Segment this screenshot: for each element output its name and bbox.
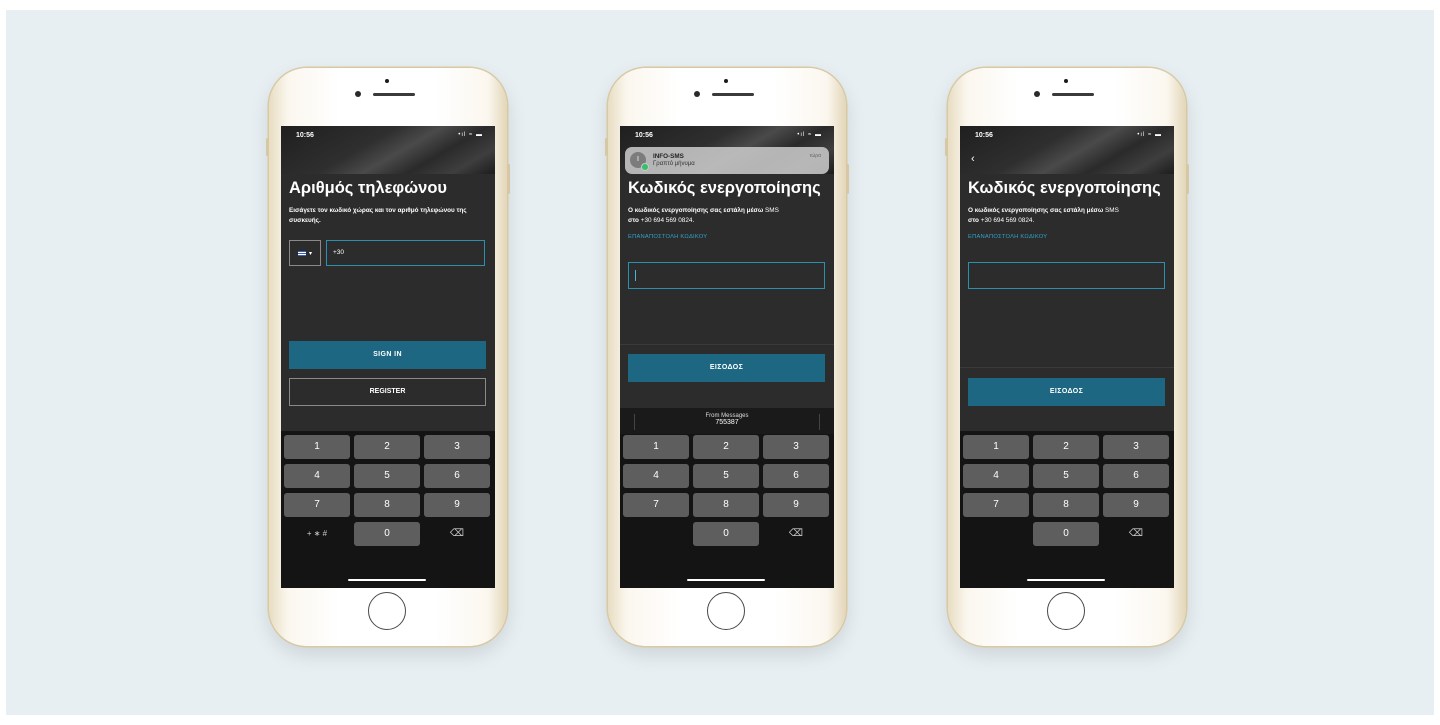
proximity-sensor	[724, 79, 728, 83]
front-camera	[355, 91, 361, 97]
suggestion-source: From Messages	[705, 413, 749, 419]
home-indicator	[687, 579, 765, 581]
text-cursor	[635, 270, 636, 281]
backspace-icon[interactable]: ⌫	[424, 522, 490, 546]
backspace-icon[interactable]: ⌫	[763, 522, 829, 546]
activation-code-screen: 10:56 •ıl ≈ ▬ ‹ Κωδικός ενεργοποίησης Ο …	[960, 126, 1174, 588]
messages-app-icon	[641, 163, 649, 171]
signal-wifi-battery-icon: •ıl ≈ ▬	[797, 132, 822, 138]
key-8[interactable]: 8	[693, 493, 759, 517]
key-6[interactable]: 6	[424, 464, 490, 488]
key-9[interactable]: 9	[1103, 493, 1169, 517]
proximity-sensor	[1064, 79, 1068, 83]
earpiece-speaker	[712, 93, 754, 96]
front-camera	[694, 91, 700, 97]
key-3[interactable]: 3	[1103, 435, 1169, 459]
phone-mockup-activation-code: 10:56 •ıl ≈ ▬ ‹ Κωδικός ενεργοποίησης Ο …	[945, 68, 1189, 646]
key-8[interactable]: 8	[1033, 493, 1099, 517]
home-indicator	[1027, 579, 1105, 581]
key-5[interactable]: 5	[693, 464, 759, 488]
earpiece-speaker	[1052, 93, 1094, 96]
page-title: Αριθμός τηλεφώνου	[289, 179, 448, 197]
phone-mockup-phone-number: 10:56 •ıl ≈ ▬ Αριθμός τηλεφώνου Εισάγετε…	[266, 68, 510, 646]
key-9[interactable]: 9	[424, 493, 490, 517]
key-3[interactable]: 3	[763, 435, 829, 459]
page-subtitle: Ο κωδικός ενεργοποίησης σας εστάλη μέσω …	[968, 207, 1119, 224]
divider	[960, 367, 1174, 368]
earpiece-speaker	[373, 93, 415, 96]
enter-button[interactable]: ΕΙΣΟΔΟΣ	[628, 354, 825, 382]
status-time: 10:56	[635, 132, 653, 139]
page-subtitle: Εισάγετε τον κωδικό χώρας και τον αριθμό…	[289, 207, 467, 224]
register-button[interactable]: REGISTER	[289, 378, 486, 406]
resend-code-link[interactable]: ΕΠΑΝΑΠΟΣΤΟΛΗ ΚΩΔΙΚΟΥ	[968, 234, 1047, 240]
home-button[interactable]	[368, 592, 406, 630]
chevron-down-icon: ▾	[308, 250, 312, 257]
home-button[interactable]	[1047, 592, 1085, 630]
home-button[interactable]	[707, 592, 745, 630]
key-5[interactable]: 5	[354, 464, 420, 488]
numeric-keypad: 1 2 3 4 5 6 7 8 9 0 ⌫	[960, 431, 1174, 588]
resend-code-link[interactable]: ΕΠΑΝΑΠΟΣΤΟΛΗ ΚΩΔΙΚΟΥ	[628, 234, 707, 240]
back-chevron-icon[interactable]: ‹	[971, 153, 975, 165]
key-1[interactable]: 1	[623, 435, 689, 459]
enter-button[interactable]: ΕΙΣΟΔΟΣ	[968, 378, 1165, 406]
divider	[620, 344, 834, 345]
key-2[interactable]: 2	[354, 435, 420, 459]
key-0[interactable]: 0	[1033, 522, 1099, 546]
signal-wifi-battery-icon: •ıl ≈ ▬	[458, 132, 483, 138]
key-3[interactable]: 3	[424, 435, 490, 459]
key-2[interactable]: 2	[1033, 435, 1099, 459]
status-time: 10:56	[975, 132, 993, 139]
greece-flag-icon	[297, 250, 306, 256]
notification-time: τώρα	[809, 153, 821, 159]
status-bar: 10:56 •ıl ≈ ▬	[960, 132, 1174, 144]
key-1[interactable]: 1	[284, 435, 350, 459]
autofill-code-suggestion[interactable]: From Messages 755387	[620, 408, 834, 436]
suggestion-code: 755387	[715, 419, 739, 426]
key-4[interactable]: 4	[623, 464, 689, 488]
key-1[interactable]: 1	[963, 435, 1029, 459]
presentation-background: 10:56 •ıl ≈ ▬ Αριθμός τηλεφώνου Εισάγετε…	[6, 10, 1434, 715]
key-2[interactable]: 2	[693, 435, 759, 459]
key-9[interactable]: 9	[763, 493, 829, 517]
notification-sender: INFO-SMS	[653, 153, 684, 160]
numeric-keypad: 1 2 3 4 5 6 7 8 9 0 ⌫	[620, 434, 834, 588]
numeric-keypad: 1 2 3 4 5 6 7 8 9 + ∗ # 0 ⌫	[281, 431, 495, 588]
signal-wifi-battery-icon: •ıl ≈ ▬	[1137, 132, 1162, 138]
key-6[interactable]: 6	[1103, 464, 1169, 488]
phone-mockup-sms-received: 10:56 •ıl ≈ ▬ I INFO-SMS Γραπτό μήνυμα τ…	[605, 68, 849, 646]
key-symbols[interactable]: + ∗ #	[284, 522, 350, 546]
country-code-picker[interactable]: ▾	[289, 240, 321, 266]
home-indicator	[348, 579, 426, 581]
key-0[interactable]: 0	[693, 522, 759, 546]
page-title: Κωδικός ενεργοποίησης	[628, 179, 821, 197]
status-time: 10:56	[296, 132, 314, 139]
phone-number-screen: 10:56 •ıl ≈ ▬ Αριθμός τηλεφώνου Εισάγετε…	[281, 126, 495, 588]
key-8[interactable]: 8	[354, 493, 420, 517]
key-6[interactable]: 6	[763, 464, 829, 488]
page-subtitle: Ο κωδικός ενεργοποίησης σας εστάλη μέσω …	[628, 207, 779, 224]
activation-code-input[interactable]	[628, 262, 825, 289]
proximity-sensor	[385, 79, 389, 83]
front-camera	[1034, 91, 1040, 97]
key-7[interactable]: 7	[963, 493, 1029, 517]
activation-code-screen-with-notification: 10:56 •ıl ≈ ▬ I INFO-SMS Γραπτό μήνυμα τ…	[620, 126, 834, 588]
notification-message: Γραπτό μήνυμα	[653, 161, 695, 167]
key-4[interactable]: 4	[963, 464, 1029, 488]
phone-number-input[interactable]: +30	[326, 240, 485, 266]
key-0[interactable]: 0	[354, 522, 420, 546]
page-title: Κωδικός ενεργοποίησης	[968, 179, 1161, 197]
backspace-icon[interactable]: ⌫	[1103, 522, 1169, 546]
status-bar: 10:56 •ıl ≈ ▬	[620, 132, 834, 144]
key-7[interactable]: 7	[623, 493, 689, 517]
sms-notification-banner[interactable]: I INFO-SMS Γραπτό μήνυμα τώρα	[625, 147, 829, 174]
key-5[interactable]: 5	[1033, 464, 1099, 488]
key-7[interactable]: 7	[284, 493, 350, 517]
key-4[interactable]: 4	[284, 464, 350, 488]
status-bar: 10:56 •ıl ≈ ▬	[281, 132, 495, 144]
sign-in-button[interactable]: SIGN IN	[289, 341, 486, 369]
activation-code-input[interactable]	[968, 262, 1165, 289]
